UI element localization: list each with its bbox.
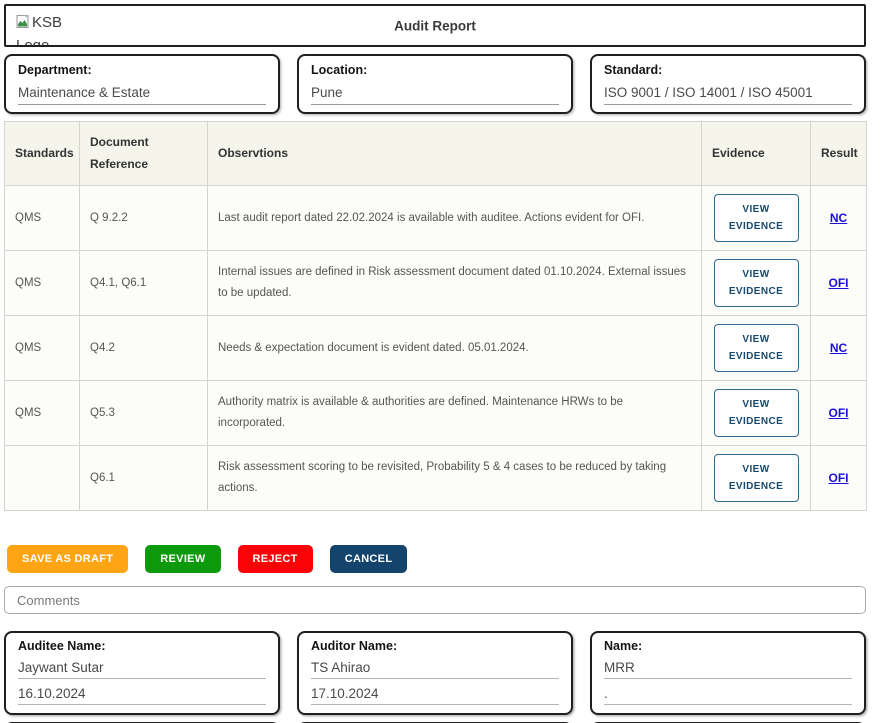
doc-ref-cell: Q4.1, Q6.1	[80, 251, 208, 316]
location-input[interactable]	[311, 84, 559, 105]
result-link[interactable]: OFI	[829, 471, 849, 485]
standard-fieldset: Standard:	[590, 54, 866, 114]
col-standards: Standards	[5, 122, 80, 186]
observation-cell: Last audit report dated 22.02.2024 is av…	[208, 186, 702, 251]
review-button[interactable]: REVIEW	[145, 545, 220, 573]
result-link[interactable]: OFI	[829, 406, 849, 420]
view-evidence-button[interactable]: VIEW EVIDENCE	[714, 324, 799, 372]
page-title: Audit Report	[6, 18, 864, 33]
observation-cell: Internal issues are defined in Risk asse…	[208, 251, 702, 316]
view-evidence-button[interactable]: VIEW EVIDENCE	[714, 259, 799, 307]
standard-cell: QMS	[5, 381, 80, 446]
name-label: Name:	[604, 639, 852, 653]
col-document-reference: Document Reference	[80, 122, 208, 186]
view-evidence-button[interactable]: VIEW EVIDENCE	[714, 194, 799, 242]
standard-cell: QMS	[5, 316, 80, 381]
doc-ref-cell: Q5.3	[80, 381, 208, 446]
auditee-date-input[interactable]	[18, 684, 266, 705]
observation-cell: Needs & expectation document is evident …	[208, 316, 702, 381]
action-button-bar: SAVE AS DRAFT REVIEW REJECT CANCEL	[7, 545, 866, 573]
auditor-name-input[interactable]	[311, 658, 559, 679]
col-result: Result	[811, 122, 867, 186]
department-input[interactable]	[18, 84, 266, 105]
report-header: KSB Logo Audit Report	[4, 4, 866, 47]
audit-report-page: KSB Logo Audit Report Department: Locati…	[0, 0, 881, 723]
cancel-button[interactable]: CANCEL	[330, 545, 408, 573]
col-evidence: Evidence	[702, 122, 811, 186]
auditor-name-label: Auditor Name:	[311, 639, 559, 653]
table-row: QMS Q4.1, Q6.1 Internal issues are defin…	[5, 251, 867, 316]
location-label: Location:	[311, 63, 559, 77]
result-link[interactable]: NC	[830, 341, 847, 355]
auditee-fieldset: Auditee Name:	[4, 631, 280, 715]
observation-cell: Risk assessment scoring to be revisited,…	[208, 446, 702, 511]
table-row: QMS Q4.2 Needs & expectation document is…	[5, 316, 867, 381]
col-observations: Observtions	[208, 122, 702, 186]
doc-ref-cell: Q6.1	[80, 446, 208, 511]
table-row: Q6.1 Risk assessment scoring to be revis…	[5, 446, 867, 511]
standard-label: Standard:	[604, 63, 852, 77]
department-label: Department:	[18, 63, 266, 77]
observations-table: Standards Document Reference Observtions…	[4, 121, 867, 511]
doc-ref-cell: Q4.2	[80, 316, 208, 381]
info-fieldsets: Department: Location: Standard:	[4, 54, 866, 114]
comments-input[interactable]	[4, 586, 866, 614]
standard-cell	[5, 446, 80, 511]
signature-fieldsets: Auditee Name: Auditor Name: Name:	[4, 631, 866, 715]
doc-ref-cell: Q 9.2.2	[80, 186, 208, 251]
table-row: QMS Q5.3 Authority matrix is available &…	[5, 381, 867, 446]
auditee-name-label: Auditee Name:	[18, 639, 266, 653]
name-input[interactable]	[604, 658, 852, 679]
view-evidence-button[interactable]: VIEW EVIDENCE	[714, 389, 799, 437]
name-fieldset: Name:	[590, 631, 866, 715]
standard-cell: QMS	[5, 251, 80, 316]
auditor-date-input[interactable]	[311, 684, 559, 705]
location-fieldset: Location:	[297, 54, 573, 114]
table-row: QMS Q 9.2.2 Last audit report dated 22.0…	[5, 186, 867, 251]
result-link[interactable]: OFI	[829, 276, 849, 290]
standard-input[interactable]	[604, 84, 852, 105]
save-as-draft-button[interactable]: SAVE AS DRAFT	[7, 545, 128, 573]
auditee-name-input[interactable]	[18, 658, 266, 679]
view-evidence-button[interactable]: VIEW EVIDENCE	[714, 454, 799, 502]
name-date-input[interactable]	[604, 684, 852, 705]
table-header-row: Standards Document Reference Observtions…	[5, 122, 867, 186]
observation-cell: Authority matrix is available & authorit…	[208, 381, 702, 446]
result-link[interactable]: NC	[830, 211, 847, 225]
auditor-fieldset: Auditor Name:	[297, 631, 573, 715]
standard-cell: QMS	[5, 186, 80, 251]
department-fieldset: Department:	[4, 54, 280, 114]
reject-button[interactable]: REJECT	[238, 545, 313, 573]
